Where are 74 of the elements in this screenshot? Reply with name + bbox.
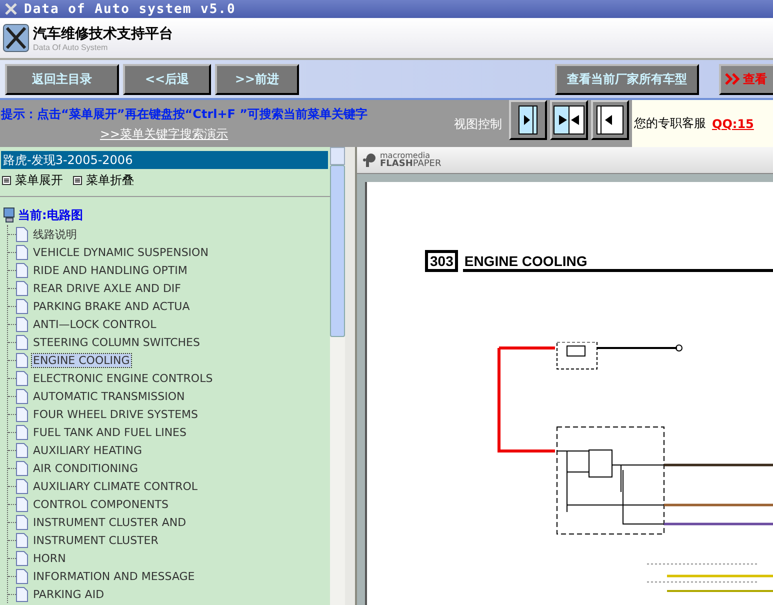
tree-item[interactable]: AIR CONDITIONING: [32, 462, 140, 474]
view-control-button[interactable]: [509, 100, 547, 140]
page-icon: [16, 568, 28, 584]
page-icon: [16, 316, 28, 332]
tree-item[interactable]: ELECTRONIC ENGINE CONTROLS: [32, 372, 214, 384]
hint-text: 提示：点击“菜单展开”再在键盘按“Ctrl+F ”可搜索当前菜单关键字: [0, 106, 369, 123]
menu-icon: [2, 176, 11, 184]
nav-button[interactable]: >>前进: [215, 64, 299, 94]
tree-item[interactable]: 线路说明: [32, 226, 78, 242]
support-label: 您的专职客服: [634, 115, 706, 132]
page-icon: [16, 262, 28, 278]
tree-item[interactable]: INSTRUMENT CLUSTER: [32, 534, 160, 546]
nav-button[interactable]: <<后退: [123, 64, 211, 94]
page-icon: [16, 496, 28, 512]
app-subtitle: Data Of Auto System: [33, 42, 109, 52]
tree-item[interactable]: INSTRUMENT CLUSTER AND: [32, 516, 188, 528]
app-logo-icon: [3, 24, 29, 52]
tree-item[interactable]: ANTI—LOCK CONTROL: [32, 318, 158, 330]
page-icon: [16, 586, 28, 602]
page-icon: [16, 334, 28, 350]
page-icon: [16, 442, 28, 458]
brand-name: FLASHPAPER: [380, 160, 442, 168]
menu-icon: [73, 176, 82, 184]
tree-item[interactable]: ENGINE COOLING: [32, 354, 131, 366]
nav-button[interactable]: 返回主目录: [5, 64, 119, 94]
computer-icon: [3, 207, 16, 223]
view-control-button[interactable]: [550, 100, 588, 140]
window-title: Data of Auto system v5.0: [24, 2, 236, 16]
qq-link[interactable]: QQ:15: [712, 116, 754, 130]
tree-item[interactable]: INFORMATION AND MESSAGE: [32, 570, 196, 582]
tree-item[interactable]: AUXILIARY CLIMATE CONTROL: [32, 480, 199, 492]
tree-item[interactable]: CONTROL COMPONENTS: [32, 498, 170, 510]
tree-item[interactable]: RIDE AND HANDLING OPTIM: [32, 264, 188, 276]
page-icon: [16, 550, 28, 566]
page-icon: [16, 460, 28, 476]
page-icon: [16, 280, 28, 296]
page-icon: [16, 532, 28, 548]
page-icon: [16, 478, 28, 494]
page-icon: [16, 352, 28, 368]
page-icon: [16, 226, 28, 242]
brand-text: macromedia: [380, 152, 430, 160]
app-title: 汽车维修技术支持平台: [33, 24, 173, 42]
tree-item[interactable]: AUXILIARY HEATING: [32, 444, 144, 456]
splitter[interactable]: [345, 147, 357, 605]
tree-item[interactable]: PARKING BRAKE AND ACTUA: [32, 300, 191, 312]
current-category: 当前:电路图: [18, 206, 83, 224]
tree-item[interactable]: AUTOMATIC TRANSMISSION: [32, 390, 186, 402]
section-title: ENGINE COOLING: [463, 253, 773, 272]
tree-item[interactable]: FOUR WHEEL DRIVE SYSTEMS: [32, 408, 200, 420]
split-view-icon: [553, 105, 585, 135]
view-control-button[interactable]: [591, 100, 629, 140]
view-control-label: 视图控制: [454, 116, 502, 133]
arrow-right-icon: [518, 105, 538, 135]
page-icon: [16, 406, 28, 422]
page-icon: [16, 244, 28, 260]
tree-item[interactable]: PARKING AID: [32, 588, 106, 600]
menu-toggle-link[interactable]: 菜单折叠: [86, 172, 134, 188]
tree-item[interactable]: FUEL TANK AND FUEL LINES: [32, 426, 188, 438]
tree-item[interactable]: STEERING COLUMN SWITCHES: [32, 336, 201, 348]
double-chevron-icon: [725, 73, 741, 85]
tree-item[interactable]: HORN: [32, 552, 67, 564]
tree-item[interactable]: REAR DRIVE AXLE AND DIF: [32, 282, 182, 294]
section-number: 303: [425, 250, 458, 272]
arrow-left-icon: [596, 105, 624, 135]
menu-toggle-link[interactable]: 菜单展开: [15, 172, 63, 188]
page-icon: [16, 388, 28, 404]
page-icon: [16, 514, 28, 530]
all-models-button[interactable]: 查看当前厂家所有车型: [555, 64, 699, 94]
page-icon: [16, 370, 28, 386]
tree-item[interactable]: VEHICLE DYNAMIC SUSPENSION: [32, 246, 210, 258]
page-icon: [16, 424, 28, 440]
page-icon: [16, 298, 28, 314]
model-title[interactable]: 路虎-发现3-2005-2006: [1, 151, 328, 169]
scrollbar[interactable]: [330, 147, 345, 605]
